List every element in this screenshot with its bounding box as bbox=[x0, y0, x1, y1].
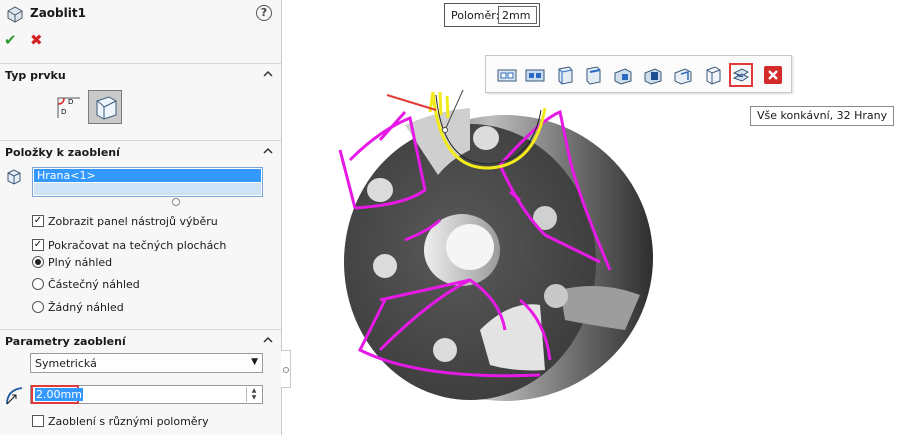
spin-buttons[interactable]: ▲ ▼ bbox=[246, 387, 261, 402]
select-concave-button[interactable] bbox=[641, 63, 665, 87]
mounting-hole[interactable] bbox=[373, 254, 397, 278]
face-fillet-button[interactable] bbox=[88, 90, 122, 124]
chevron-up-icon[interactable] bbox=[262, 145, 274, 157]
radius-value[interactable]: 2.00mm bbox=[35, 388, 83, 401]
help-icon[interactable]: ? bbox=[256, 5, 272, 21]
section-header[interactable]: Položky k zaoblení bbox=[0, 140, 281, 163]
feature-title-row: Zaoblit1 ? bbox=[0, 0, 281, 28]
chevron-up-icon[interactable] bbox=[262, 334, 274, 346]
list-empty-row[interactable] bbox=[34, 183, 261, 195]
mounting-hole[interactable] bbox=[433, 338, 457, 362]
section-title: Typ prvku bbox=[5, 69, 66, 82]
select-connected-icon bbox=[558, 66, 573, 85]
mounting-hole[interactable] bbox=[367, 178, 393, 202]
select-all-concave-icon bbox=[732, 68, 749, 82]
option-label: Plný náhled bbox=[48, 256, 113, 269]
select-loop-icon bbox=[497, 69, 517, 82]
list-resize-grip[interactable] bbox=[172, 198, 180, 206]
select-concave-icon bbox=[644, 68, 662, 85]
section-header[interactable]: Parametry zaoblení bbox=[0, 329, 281, 352]
select-tangency-button[interactable] bbox=[581, 63, 605, 87]
select-convex-icon bbox=[614, 68, 632, 85]
callout-value: 2mm bbox=[502, 9, 531, 22]
select-convex-button[interactable] bbox=[611, 63, 635, 87]
feature-title: Zaoblit1 bbox=[30, 6, 86, 20]
toolbar-tooltip: Vše konkávní, 32 Hrany bbox=[750, 106, 895, 126]
mounting-hole[interactable] bbox=[473, 126, 499, 150]
select-all-convex-icon bbox=[674, 68, 692, 85]
edges-list[interactable]: Hrana<1> bbox=[32, 167, 263, 197]
select-features-icon bbox=[525, 69, 545, 82]
select-face-icon bbox=[706, 66, 721, 85]
cancel-icon[interactable]: ✖ bbox=[30, 32, 46, 48]
mounting-hole[interactable] bbox=[544, 284, 568, 308]
option-label: Zobrazit panel nástrojů výběru bbox=[48, 215, 218, 228]
face-fillet-icon bbox=[96, 96, 117, 120]
select-loop-button[interactable] bbox=[495, 63, 519, 87]
close-icon bbox=[764, 66, 782, 84]
callout-value-field[interactable]: 2mm bbox=[498, 6, 537, 24]
checkbox-checked[interactable]: ✓ bbox=[32, 239, 44, 251]
checkbox-unchecked[interactable] bbox=[32, 415, 44, 427]
select-features-button[interactable] bbox=[523, 63, 547, 87]
section-title: Položky k zaoblení bbox=[5, 146, 120, 159]
part-model-viewport[interactable] bbox=[300, 90, 700, 410]
panel-side-tab[interactable] bbox=[281, 350, 291, 388]
dropdown-arrow-icon[interactable]: ▼ bbox=[251, 357, 258, 367]
option-label: Pokračovat na tečných plochách bbox=[48, 239, 227, 252]
callout-anchor bbox=[442, 127, 448, 133]
section-fillet-type: Typ prvku D D bbox=[0, 63, 281, 133]
radius-input[interactable]: 2.00mm ▲ ▼ bbox=[30, 385, 263, 404]
checkbox-checked[interactable]: ✓ bbox=[32, 215, 44, 227]
select-all-concave-button[interactable] bbox=[729, 63, 753, 87]
select-value: Symetrická bbox=[35, 357, 97, 370]
radius-value-highlight: 2.00mm bbox=[31, 385, 83, 404]
list-item[interactable]: Hrana<1> bbox=[34, 169, 261, 182]
radio-unselected[interactable] bbox=[32, 278, 44, 290]
ok-icon[interactable]: ✔ bbox=[4, 32, 20, 48]
close-toolbar-button[interactable] bbox=[761, 63, 785, 87]
edge-selection-icon bbox=[7, 169, 21, 185]
fillet-feature-icon bbox=[7, 6, 23, 23]
callout-label: Poloměr: bbox=[451, 9, 500, 22]
constant-fillet-icon: D D bbox=[57, 97, 80, 118]
fillet-profile-select[interactable]: Symetrická ▼ bbox=[30, 353, 263, 373]
option-label: Žádný náhled bbox=[48, 301, 124, 314]
section-title: Parametry zaoblení bbox=[5, 335, 126, 348]
chevron-up-icon[interactable] bbox=[262, 68, 274, 80]
center-bore-inner bbox=[446, 224, 494, 270]
option-label: Zaoblení s různými poloměry bbox=[48, 415, 209, 428]
select-tangency-icon bbox=[586, 66, 601, 85]
radius-icon bbox=[6, 387, 23, 405]
radius-callout[interactable]: Poloměr: 2mm bbox=[444, 3, 540, 27]
select-connected-button[interactable] bbox=[553, 63, 577, 87]
svg-text:D: D bbox=[68, 98, 73, 106]
select-all-convex-button[interactable] bbox=[671, 63, 695, 87]
property-manager: Zaoblit1 ? ✔ ✖ Typ prvku D D Položky k z… bbox=[0, 0, 282, 435]
constant-size-fillet-button[interactable]: D D bbox=[52, 90, 86, 124]
select-face-button[interactable] bbox=[701, 63, 725, 87]
selection-toolbar bbox=[485, 55, 792, 93]
radio-unselected[interactable] bbox=[32, 301, 44, 313]
pointer-arrow bbox=[386, 94, 437, 111]
radio-selected[interactable] bbox=[32, 256, 44, 268]
side-tab-grip bbox=[283, 367, 289, 373]
section-header[interactable]: Typ prvku bbox=[0, 63, 281, 86]
option-label: Částečný náhled bbox=[48, 278, 140, 291]
svg-text:D: D bbox=[61, 108, 66, 116]
